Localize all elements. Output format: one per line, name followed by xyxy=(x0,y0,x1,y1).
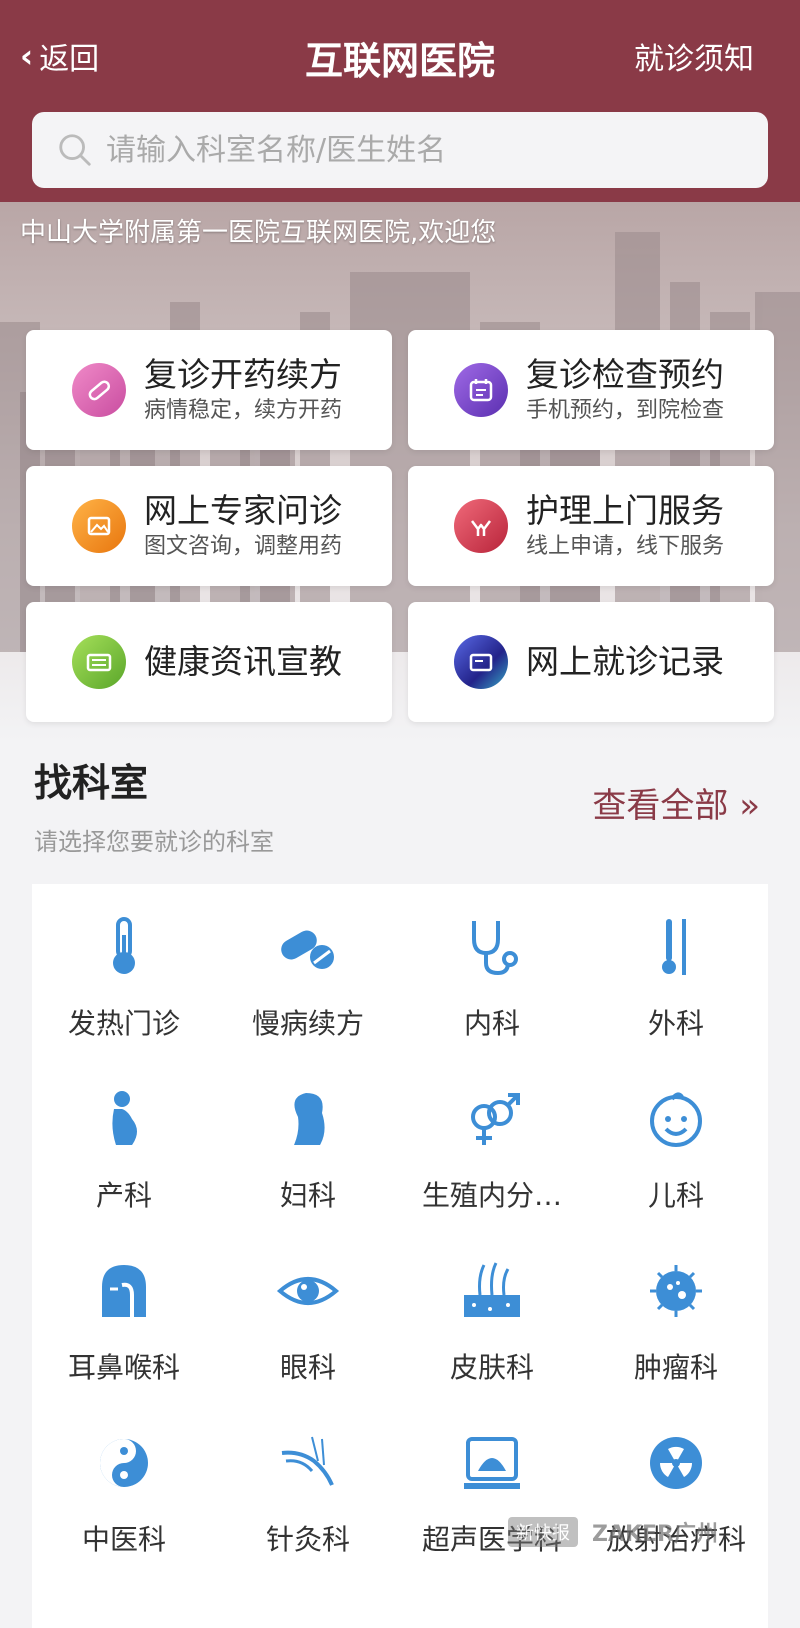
yin-yang-icon xyxy=(89,1428,159,1498)
dept-label: 耳鼻喉科 xyxy=(67,1351,180,1384)
back-label: 返回 xyxy=(39,42,100,77)
dept-label: 发热门诊 xyxy=(67,1007,180,1040)
record-icon xyxy=(454,635,508,689)
dept-label: 中医科 xyxy=(81,1523,166,1556)
dept-dermatology[interactable]: 皮肤科 xyxy=(400,1228,584,1398)
service-card-health-news[interactable]: 健康资讯宣教 xyxy=(26,602,392,722)
service-title: 网上就诊记录 xyxy=(526,642,724,681)
search-input[interactable] xyxy=(106,132,746,168)
watermark-source-2: ZAKER广州 xyxy=(592,1522,718,1547)
search-icon xyxy=(59,134,91,166)
woman-icon xyxy=(273,1084,343,1154)
calendar-icon xyxy=(454,363,508,417)
view-all-link[interactable]: 查看全部 » xyxy=(592,778,760,827)
dept-reproductive-endocrinology[interactable]: 生殖内分… xyxy=(400,1056,584,1226)
ultrasound-icon xyxy=(457,1428,527,1498)
capsule-icon xyxy=(273,912,343,982)
scalpel-icon xyxy=(641,912,711,982)
pill-icon xyxy=(72,363,126,417)
eye-icon xyxy=(273,1256,343,1326)
watermark: 新快报 ZAKER广州 xyxy=(508,1516,718,1548)
section-title: 找科室 xyxy=(34,761,149,805)
service-card-home-nursing[interactable]: 护理上门服务 线上申请，线下服务 xyxy=(408,466,774,586)
dept-gynecology[interactable]: 妇科 xyxy=(216,1056,400,1226)
image-chat-icon xyxy=(72,499,126,553)
news-icon xyxy=(72,635,126,689)
service-subtitle: 线上申请，线下服务 xyxy=(526,534,725,559)
pregnant-icon xyxy=(89,1084,159,1154)
dept-label: 外科 xyxy=(647,1007,704,1040)
dept-fever-clinic[interactable]: 发热门诊 xyxy=(32,884,216,1054)
stethoscope-icon xyxy=(457,912,527,982)
dept-label: 眼科 xyxy=(279,1351,336,1384)
dept-ophthalmology[interactable]: 眼科 xyxy=(216,1228,400,1398)
service-card-refill[interactable]: 复诊开药续方 病情稳定，续方开药 xyxy=(26,330,392,450)
visit-notice-link[interactable]: 就诊须知 xyxy=(634,34,754,78)
gender-icon xyxy=(457,1084,527,1154)
dept-surgery[interactable]: 外科 xyxy=(584,884,768,1054)
search-box[interactable] xyxy=(32,112,768,188)
dept-tcm[interactable]: 中医科 xyxy=(32,1400,216,1570)
dept-obstetrics[interactable]: 产科 xyxy=(32,1056,216,1226)
baby-face-icon xyxy=(641,1084,711,1154)
skin-hair-icon xyxy=(457,1256,527,1326)
service-card-exam-booking[interactable]: 复诊检查预约 手机预约，到院检查 xyxy=(408,330,774,450)
service-title: 复诊开药续方 xyxy=(144,355,342,394)
dept-pediatrics[interactable]: 儿科 xyxy=(584,1056,768,1226)
dept-label: 皮肤科 xyxy=(449,1351,534,1384)
tumor-cell-icon xyxy=(641,1256,711,1326)
dept-label: 产科 xyxy=(95,1179,152,1212)
header-bar: ‹ 返回 互联网医院 就诊须知 xyxy=(0,0,800,202)
back-button[interactable]: ‹ 返回 xyxy=(20,34,99,78)
dept-internal-medicine[interactable]: 内科 xyxy=(400,884,584,1054)
watermark-source-1: 新快报 xyxy=(508,1517,578,1547)
dept-oncology[interactable]: 肿瘤科 xyxy=(584,1228,768,1398)
service-title: 复诊检查预约 xyxy=(526,355,724,394)
service-title: 护理上门服务 xyxy=(526,491,724,530)
dept-label: 妇科 xyxy=(279,1179,336,1212)
service-subtitle: 手机预约，到院检查 xyxy=(526,398,725,423)
service-card-online-consult[interactable]: 网上专家问诊 图文咨询，调整用药 xyxy=(26,466,392,586)
acupuncture-hand-icon xyxy=(273,1428,343,1498)
thermometer-icon xyxy=(89,912,159,982)
dept-label: 儿科 xyxy=(647,1179,704,1212)
dept-label: 生殖内分… xyxy=(421,1179,562,1212)
dept-ent[interactable]: 耳鼻喉科 xyxy=(32,1228,216,1398)
dept-chronic-refill[interactable]: 慢病续方 xyxy=(216,884,400,1054)
dept-label: 慢病续方 xyxy=(251,1007,364,1040)
service-title: 网上专家问诊 xyxy=(144,491,342,530)
section-subtitle: 请选择您要就诊的科室 xyxy=(34,828,274,856)
dept-acupuncture[interactable]: 针灸科 xyxy=(216,1400,400,1570)
service-title: 健康资讯宣教 xyxy=(144,642,342,681)
welcome-text: 中山大学附属第一医院互联网医院,欢迎您 xyxy=(20,218,497,248)
nursing-hands-icon xyxy=(454,499,508,553)
dept-label: 内科 xyxy=(463,1007,520,1040)
service-card-visit-records[interactable]: 网上就诊记录 xyxy=(408,602,774,722)
dept-label: 肿瘤科 xyxy=(633,1351,718,1384)
chevron-left-icon: ‹ xyxy=(20,37,34,75)
ent-head-icon xyxy=(89,1256,159,1326)
service-subtitle: 图文咨询，调整用药 xyxy=(144,534,343,559)
dept-label: 针灸科 xyxy=(265,1523,350,1556)
radiation-icon xyxy=(641,1428,711,1498)
service-subtitle: 病情稳定，续方开药 xyxy=(144,398,343,423)
